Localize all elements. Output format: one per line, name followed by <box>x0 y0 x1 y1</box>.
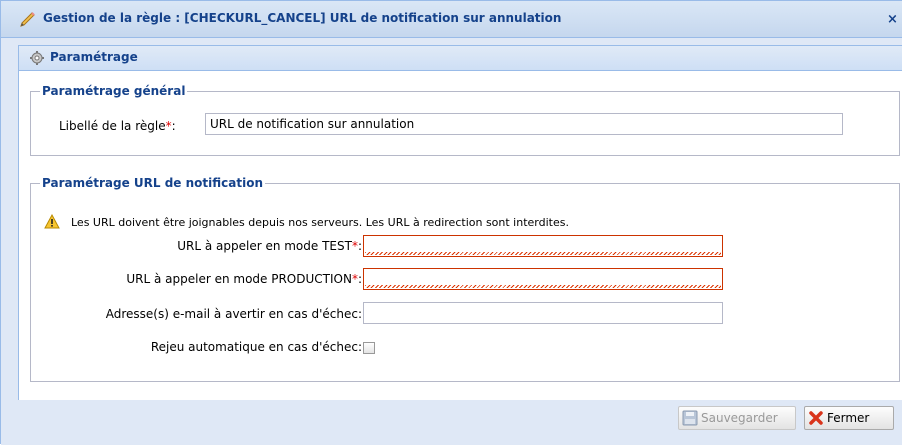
notification-url-legend: Paramétrage URL de notification <box>42 176 263 190</box>
label-colon: : <box>357 239 362 253</box>
invalid-underline <box>365 285 721 288</box>
settings-panel: Paramétrage Paramétrage général Libellé … <box>18 45 902 401</box>
red-x-icon <box>808 410 824 426</box>
replay-checkbox[interactable] <box>363 342 375 354</box>
pencil-icon <box>19 12 37 28</box>
email-label: Adresse(s) e-mail à avertir en cas d'éch… <box>105 307 362 321</box>
rule-label-caption: Libellé de la règle*: <box>59 119 176 133</box>
email-input[interactable] <box>363 302 723 324</box>
prod-url-input[interactable] <box>363 268 723 290</box>
prod-url-label: URL à appeler en mode PRODUCTION*: <box>126 272 362 286</box>
gear-icon <box>29 50 45 66</box>
dialog-title: Gestion de la règle : [CHECKURL_CANCEL] … <box>43 11 562 25</box>
panel-title: Paramétrage <box>50 50 138 64</box>
rule-label-text: Libellé de la règle <box>59 119 166 133</box>
prod-url-label-text: URL à appeler en mode PRODUCTION <box>126 272 352 286</box>
dialog-titlebar[interactable]: Gestion de la règle : [CHECKURL_CANCEL] … <box>1 1 902 38</box>
save-button[interactable]: Sauvegarder <box>678 406 796 430</box>
rule-label-input[interactable] <box>205 113 843 135</box>
test-url-label-text: URL à appeler en mode TEST <box>177 239 352 253</box>
close-button-label: Fermer <box>827 411 870 425</box>
test-url-label: URL à appeler en mode TEST*: <box>177 239 362 253</box>
test-url-input[interactable] <box>363 235 723 257</box>
floppy-disk-icon <box>682 410 698 426</box>
panel-header: Paramétrage <box>19 46 902 71</box>
warning-message: Les URL doivent être joignables depuis n… <box>71 216 569 229</box>
rule-dialog: Gestion de la règle : [CHECKURL_CANCEL] … <box>0 0 902 445</box>
dialog-footer: Sauvegarder Fermer <box>1 400 902 445</box>
label-colon: : <box>357 272 362 286</box>
save-button-label: Sauvegarder <box>701 411 778 425</box>
replay-label: Rejeu automatique en cas d'échec: <box>150 340 362 354</box>
general-settings-legend: Paramétrage général <box>42 84 186 98</box>
label-colon: : <box>171 119 176 133</box>
close-button[interactable]: Fermer <box>804 406 894 430</box>
close-icon[interactable]: × <box>887 12 902 28</box>
warning-icon <box>44 213 60 229</box>
invalid-underline <box>365 252 721 255</box>
